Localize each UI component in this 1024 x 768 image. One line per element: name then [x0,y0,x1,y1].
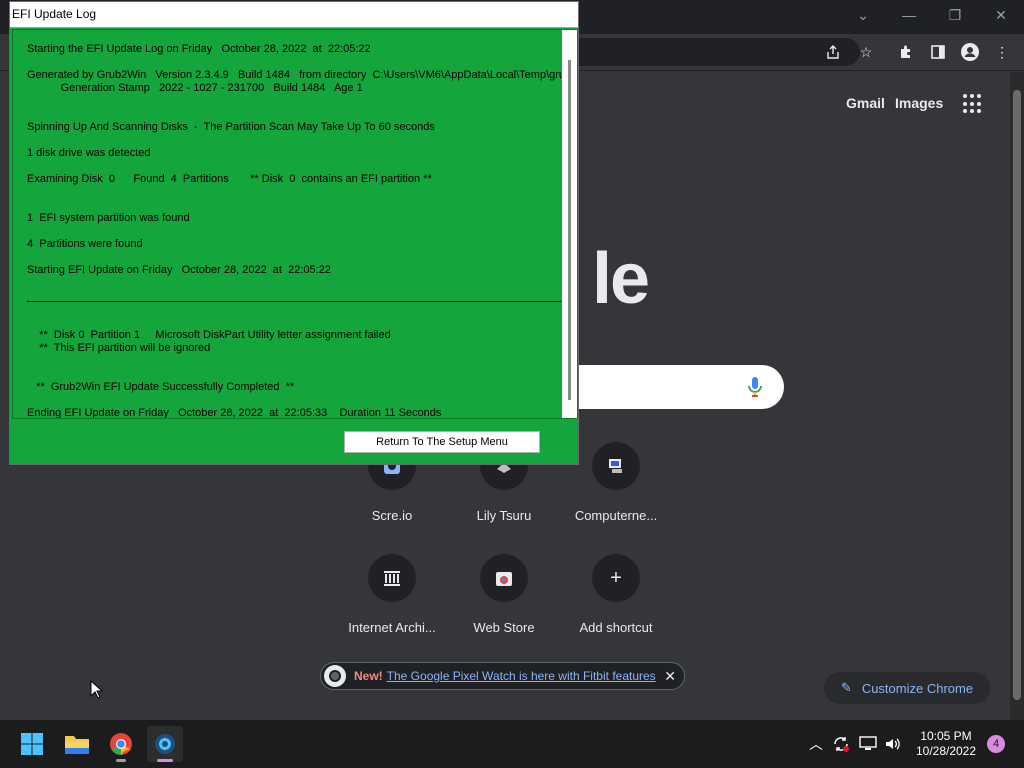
clock-date: 10/28/2022 [915,744,977,758]
google-apps-icon[interactable] [963,94,983,114]
add-shortcut-button[interactable]: + Add shortcut [560,554,672,635]
log-line: Examining Disk 0 Found 4 Partitions ** D… [27,173,432,185]
log-line: ** Disk 0 Partition 1 Microsoft DiskPart… [27,329,391,341]
address-bar[interactable] [560,38,860,66]
shortcut-label: Web Store [473,620,535,635]
chevron-up-icon[interactable]: ︿ [806,734,826,754]
promo-new-label: New! [354,669,383,683]
log-line: Spinning Up And Scanning Disks - The Par… [27,121,435,133]
shortcut-label: Computerne... [574,508,658,523]
restore-button[interactable]: ❐ [932,0,978,30]
log-text-area[interactable]: Starting the EFI Update Log on Friday Oc… [12,29,578,419]
log-line: Generation Stamp 2022 - 1027 - 231700 Bu… [27,82,363,94]
bookmark-star-icon[interactable]: ☆ [855,41,877,63]
shortcut-label: Scre.io [371,508,413,523]
web-store-icon [480,554,528,602]
images-link[interactable]: Images [895,95,943,111]
computernewb-icon [592,442,640,490]
extensions-icon[interactable] [895,41,917,63]
voice-search-icon[interactable] [747,376,763,398]
mouse-cursor-icon [90,679,104,700]
tab-search-icon[interactable]: ⌄ [840,0,886,30]
log-line: 1 EFI system partition was found [27,212,190,224]
shortcut-label: Add shortcut [579,620,653,635]
grub2win-taskbar-icon[interactable] [147,726,183,762]
pencil-icon: ✎ [840,680,852,695]
start-button[interactable] [14,726,50,762]
chrome-menu-icon[interactable]: ⋮ [991,41,1013,63]
log-line: 1 disk drive was detected [27,147,151,159]
side-panel-icon[interactable] [927,41,949,63]
log-line: ** This EFI partition will be ignored [27,342,211,354]
chrome-running-indicator [116,759,126,762]
log-scrollbar-thumb[interactable] [568,60,571,400]
log-line: Generated by Grub2Win Version 2.3.4.9 Bu… [27,69,572,81]
shortcut-label: Internet Archi... [348,620,436,635]
network-icon[interactable] [858,734,878,754]
efi-update-log-window: EFI Update Log Starting the EFI Update L… [9,1,579,465]
gmail-link[interactable]: Gmail [846,95,885,111]
dialog-title: EFI Update Log [10,2,578,28]
share-icon[interactable] [822,41,844,63]
pixel-watch-icon [324,665,346,687]
customize-chrome-label: Customize Chrome [861,680,974,696]
page-scrollbar-thumb[interactable] [1013,90,1021,700]
clock-time: 10:05 PM [920,729,972,743]
shortcut-label: Lily Tsuru [476,508,532,523]
close-icon[interactable]: ✕ [664,668,676,685]
log-line: Ending EFI Update on Friday October 28, … [27,407,442,419]
chrome-taskbar-icon[interactable] [103,726,139,762]
volume-icon[interactable] [883,734,903,754]
log-line: Starting EFI Update on Friday October 28… [27,264,331,276]
log-line: Starting the EFI Update Log on Friday Oc… [27,43,371,55]
shortcut-tile[interactable]: Internet Archi... [336,554,448,635]
log-divider [27,301,561,302]
close-window-button[interactable]: ✕ [978,0,1024,30]
file-explorer-icon[interactable] [59,726,95,762]
return-to-setup-menu-button[interactable]: Return To The Setup Menu [344,431,540,453]
notification-badge[interactable]: 4 [987,735,1005,753]
google-logo: le [592,239,650,319]
log-line: ** Grub2Win EFI Update Successfully Comp… [27,381,295,393]
profile-avatar[interactable] [959,41,981,63]
system-clock[interactable]: 10:05 PM 10/28/2022 [908,729,984,759]
customize-chrome-button[interactable]: ✎ Customize Chrome [824,672,990,704]
shortcut-tile[interactable]: Web Store [448,554,560,635]
promo-link[interactable]: The Google Pixel Watch is here with Fitb… [387,669,656,683]
log-line: 4 Partitions were found [27,238,143,250]
minimize-button[interactable]: — [886,0,932,30]
grub2win-active-indicator [157,759,173,762]
promo-banner: New! The Google Pixel Watch is here with… [320,662,685,690]
internet-archive-icon [368,554,416,602]
sync-icon[interactable] [831,734,851,754]
plus-icon: + [592,554,640,602]
